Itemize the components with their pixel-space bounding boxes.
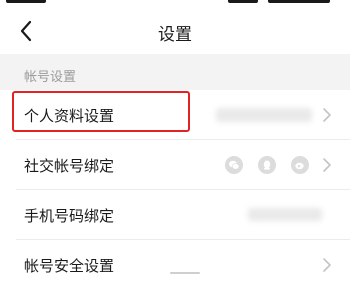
wechat-glyph bbox=[229, 160, 240, 170]
row-phone-binding[interactable]: 手机号码绑定 bbox=[0, 190, 350, 240]
chevron-right-icon bbox=[323, 108, 331, 122]
page-title: 设置 bbox=[158, 25, 192, 44]
chevron-right-icon bbox=[323, 258, 331, 272]
nav-header: 设置 bbox=[0, 8, 350, 54]
wechat-icon[interactable] bbox=[225, 156, 243, 174]
section-label: 帐号设置 bbox=[24, 69, 77, 84]
row-label: 手机号码绑定 bbox=[24, 208, 115, 225]
section-header-account: 帐号设置 bbox=[0, 54, 350, 90]
weibo-glyph bbox=[295, 162, 304, 170]
qq-glyph bbox=[263, 160, 271, 170]
blurred-phone-number bbox=[248, 208, 322, 221]
highlight-box bbox=[12, 91, 190, 132]
row-social-binding[interactable]: 社交帐号绑定 bbox=[0, 140, 350, 190]
weibo-icon[interactable] bbox=[291, 156, 309, 174]
status-bar bbox=[0, 0, 350, 8]
qq-icon[interactable] bbox=[258, 156, 276, 174]
row-account-security[interactable]: 帐号安全设置 bbox=[0, 240, 350, 290]
status-bar-fragment bbox=[268, 0, 330, 3]
row-label: 社交帐号绑定 bbox=[24, 158, 115, 175]
chevron-right-icon bbox=[323, 158, 331, 172]
blurred-value bbox=[216, 108, 312, 122]
status-bar-fragment bbox=[6, 0, 46, 3]
row-label: 帐号安全设置 bbox=[24, 258, 115, 275]
status-bar-fragment bbox=[228, 0, 258, 3]
blurred-value bbox=[170, 272, 200, 274]
